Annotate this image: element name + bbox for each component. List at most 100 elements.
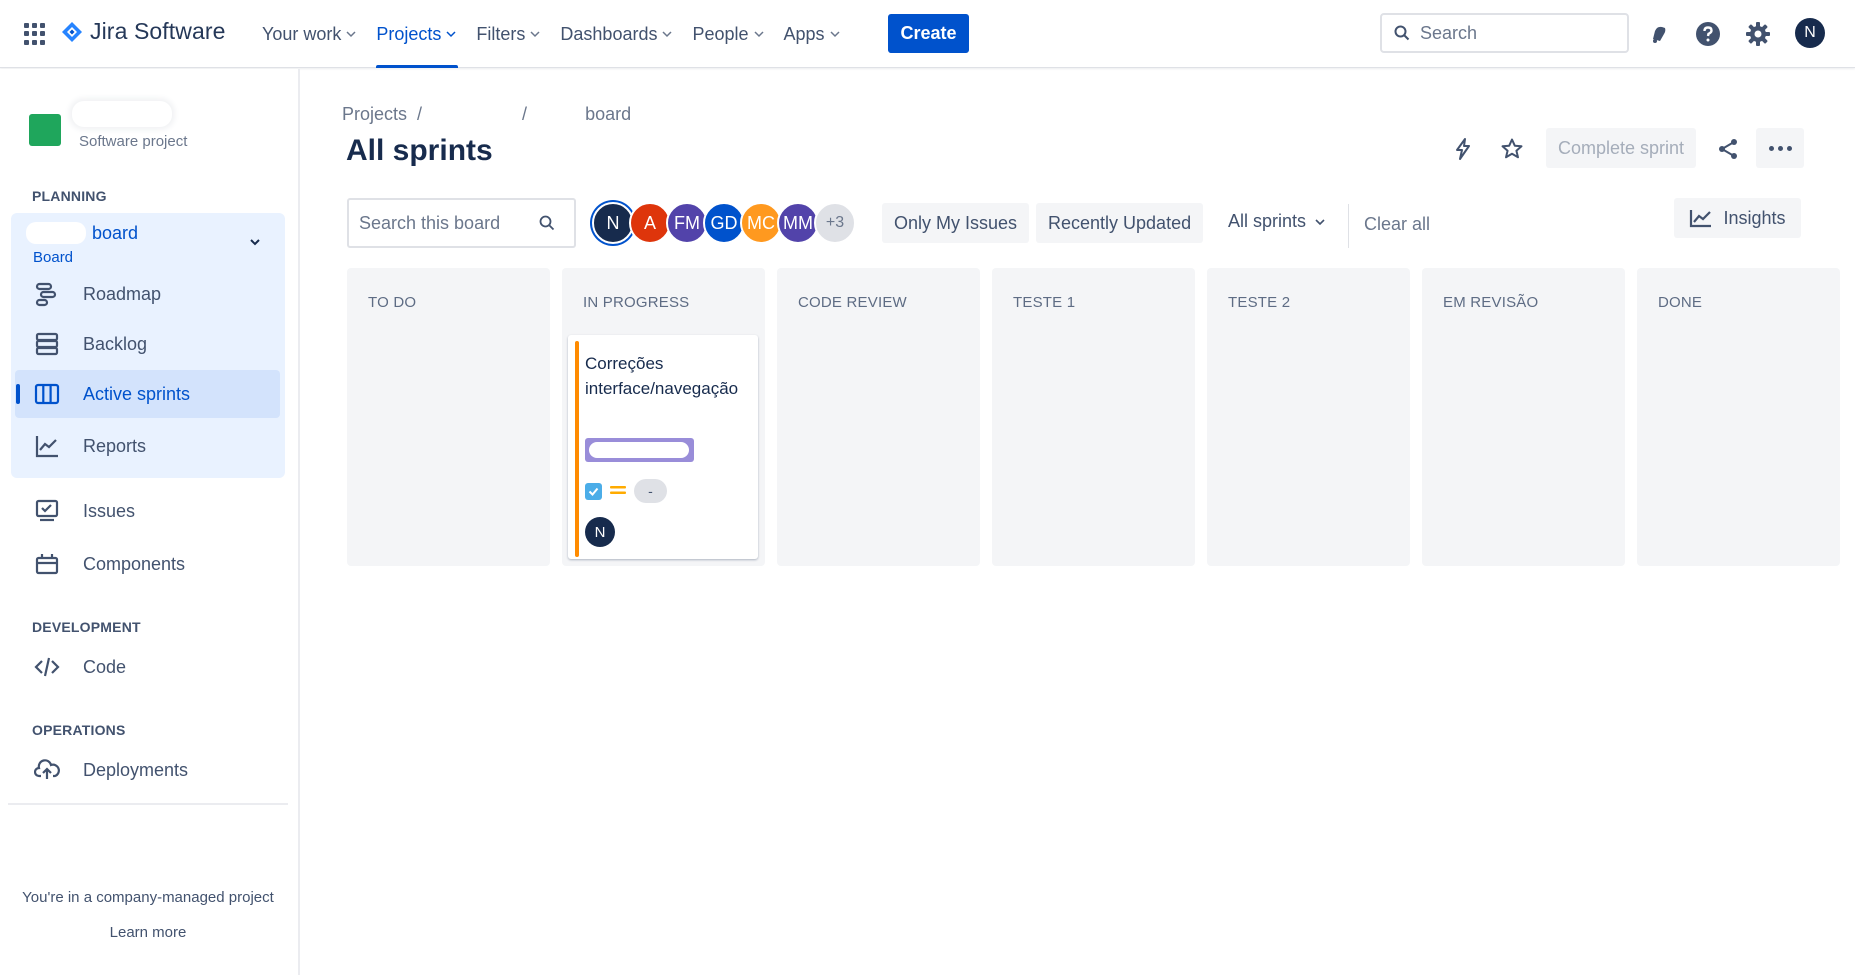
sidebar-item-code[interactable]: Code	[15, 643, 280, 691]
nav-apps[interactable]: Apps	[774, 0, 850, 68]
nav-people[interactable]: People	[682, 0, 773, 68]
breadcrumb-separator: /	[522, 104, 528, 124]
breadcrumb-project-redacted[interactable]	[432, 108, 512, 122]
insights-label: Insights	[1723, 207, 1786, 228]
insights-chart-icon	[1690, 210, 1712, 228]
settings-gear-icon[interactable]	[1744, 20, 1772, 48]
app-switcher-icon[interactable]	[24, 23, 46, 45]
board-switcher-name[interactable]: board	[92, 223, 138, 244]
global-search-input[interactable]	[1420, 22, 1610, 44]
project-type: Software project	[79, 133, 188, 150]
column-done: DONE	[1637, 268, 1840, 566]
filter-divider	[1348, 204, 1349, 248]
sidebar-item-roadmap[interactable]: Roadmap	[15, 270, 280, 318]
notifications-icon[interactable]	[1645, 20, 1673, 48]
jira-logo[interactable]: Jira Software	[60, 18, 226, 45]
priority-medium-icon	[610, 483, 626, 499]
insights-button[interactable]: Insights	[1674, 198, 1801, 238]
reports-icon	[33, 432, 61, 460]
project-name-redacted[interactable]	[72, 101, 172, 127]
nav-label: Filters	[476, 23, 526, 44]
issue-card[interactable]: Correções interface/navegação - N	[568, 335, 758, 559]
chevron-down-icon	[830, 31, 840, 38]
sidebar-item-label: Code	[83, 656, 127, 677]
sidebar-item-active-sprints[interactable]: Active sprints	[15, 370, 280, 418]
create-button[interactable]: Create	[888, 14, 969, 53]
column-code-review: CODE REVIEW	[777, 268, 980, 566]
planning-section-label: PLANNING	[32, 188, 107, 204]
avatar-filter[interactable]: A	[629, 202, 671, 244]
user-avatar[interactable]: N	[1795, 18, 1825, 48]
sidebar-item-backlog[interactable]: Backlog	[15, 320, 280, 368]
chevron-down-icon[interactable]	[248, 235, 262, 249]
only-my-issues-filter[interactable]: Only My Issues	[882, 203, 1030, 243]
primary-nav: Your work Projects Filters Dashboards Pe…	[252, 0, 850, 68]
project-avatar[interactable]	[29, 114, 61, 146]
column-title: TESTE 2	[1228, 294, 1291, 311]
column-title: TESTE 1	[1013, 294, 1076, 311]
recently-updated-filter[interactable]: Recently Updated	[1036, 203, 1204, 243]
backlog-icon	[33, 330, 61, 358]
search-icon	[539, 215, 555, 231]
nav-label: Dashboards	[560, 23, 658, 44]
chevron-down-icon	[754, 31, 764, 38]
chevron-down-icon	[662, 31, 672, 38]
avatar-filter[interactable]: N	[592, 202, 634, 244]
breadcrumb-board-redacted	[537, 108, 587, 122]
board-name-redacted	[26, 222, 86, 244]
components-icon	[33, 550, 61, 578]
assignee-avatar[interactable]: N	[585, 517, 615, 547]
column-title: EM REVISÃO	[1443, 294, 1539, 311]
sidebar-item-label: Deployments	[83, 759, 189, 780]
avatar-filter[interactable]: MC	[740, 202, 782, 244]
nav-label: People	[692, 23, 749, 44]
card-summary: Correções interface/navegação	[585, 354, 739, 398]
sidebar-item-label: Active sprints	[83, 383, 191, 404]
more-actions-button[interactable]	[1756, 128, 1804, 168]
chevron-down-icon	[346, 31, 356, 38]
project-sidebar: Software project PLANNING board Board Ro…	[0, 69, 300, 975]
nav-your-work[interactable]: Your work	[252, 0, 366, 68]
search-icon	[1394, 25, 1410, 41]
chevron-down-icon	[1315, 218, 1325, 225]
learn-more-link[interactable]: Learn more	[0, 924, 296, 941]
operations-section-label: OPERATIONS	[32, 722, 126, 738]
column-title: DONE	[1658, 294, 1703, 311]
breadcrumb-projects[interactable]: Projects	[342, 104, 407, 125]
avatar-filter[interactable]: GD	[703, 202, 745, 244]
global-search[interactable]	[1380, 13, 1629, 53]
roadmap-icon	[33, 280, 61, 308]
nav-label: Apps	[783, 23, 825, 44]
task-type-icon	[585, 482, 602, 500]
complete-sprint-button[interactable]: Complete sprint	[1546, 128, 1696, 168]
sidebar-item-components[interactable]: Components	[15, 540, 280, 588]
chevron-down-icon	[446, 31, 456, 38]
nav-filters[interactable]: Filters	[466, 0, 550, 68]
sidebar-item-label: Issues	[83, 500, 136, 521]
chevron-down-icon	[530, 31, 540, 38]
company-managed-notice: You're in a company-managed project	[22, 889, 274, 906]
jira-logo-icon	[62, 21, 82, 42]
column-to-do: TO DO	[347, 268, 550, 566]
breadcrumb-board[interactable]: board	[585, 104, 631, 125]
help-icon[interactable]	[1694, 20, 1722, 48]
breadcrumb: Projects / / board	[342, 104, 631, 125]
avatar-filter[interactable]: MM	[777, 202, 819, 244]
board-search[interactable]	[347, 198, 576, 248]
nav-dashboards[interactable]: Dashboards	[550, 0, 682, 68]
avatar-filter[interactable]: FM	[666, 202, 708, 244]
story-points-badge: -	[634, 479, 667, 503]
clear-all-filters[interactable]: Clear all	[1364, 214, 1430, 235]
more-avatars-button[interactable]: +3	[814, 202, 856, 244]
star-icon[interactable]	[1496, 133, 1528, 165]
board-search-input[interactable]	[359, 212, 539, 234]
sidebar-item-deployments[interactable]: Deployments	[15, 746, 280, 794]
sidebar-item-reports[interactable]: Reports	[15, 422, 280, 470]
sidebar-item-issues[interactable]: Issues	[15, 487, 280, 535]
sprint-selector[interactable]: All sprints	[1228, 211, 1326, 232]
nav-projects[interactable]: Projects	[366, 0, 466, 68]
column-em-revisao: EM REVISÃO	[1422, 268, 1625, 566]
deployments-icon	[33, 756, 61, 784]
share-icon[interactable]	[1712, 133, 1744, 165]
automation-lightning-icon[interactable]	[1447, 133, 1479, 165]
